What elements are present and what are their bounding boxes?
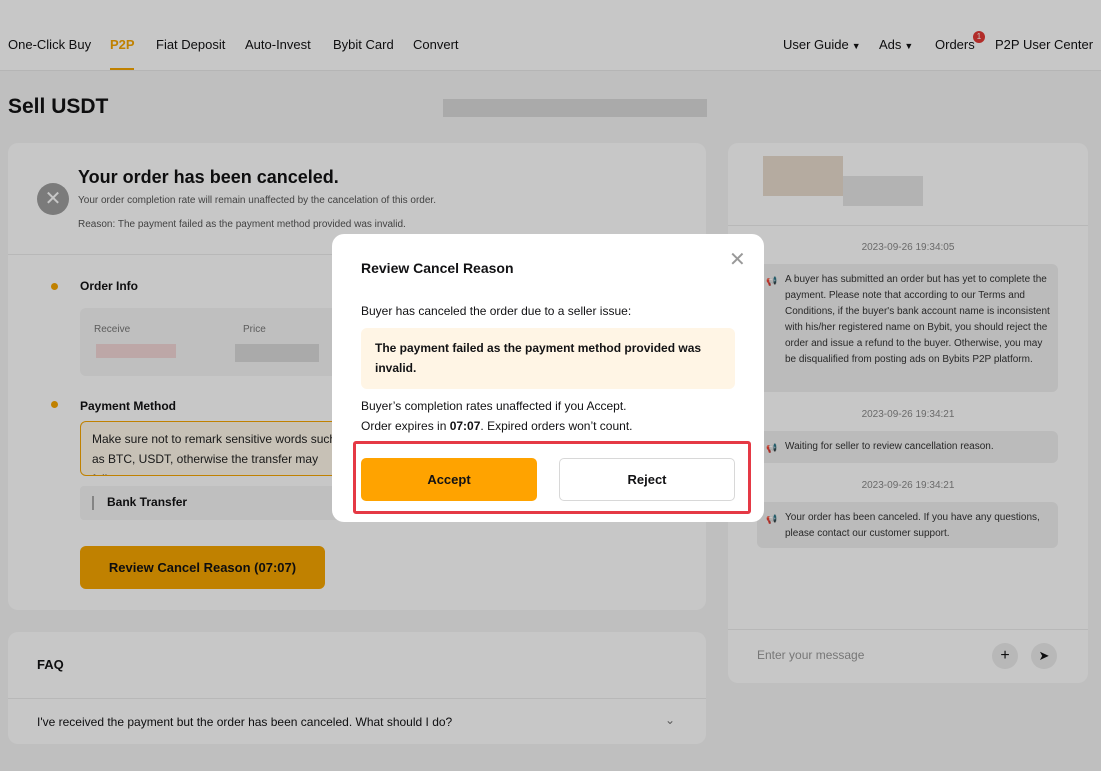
expiry-countdown: 07:07: [449, 419, 481, 433]
reject-button[interactable]: Reject: [559, 458, 735, 501]
accept-button[interactable]: Accept: [361, 458, 537, 501]
close-icon[interactable]: ✕: [729, 250, 746, 270]
modal-intro: Buyer has canceled the order due to a se…: [361, 304, 632, 318]
review-cancel-reason-modal: Review Cancel Reason ✕ Buyer has cancele…: [332, 234, 764, 522]
modal-completion-note: Buyer’s completion rates unaffected if y…: [361, 399, 627, 413]
modal-expiry-note: Order expires in 07:07. Expired orders w…: [361, 419, 632, 433]
expiry-suffix: . Expired orders won’t count.: [480, 419, 633, 433]
modal-title: Review Cancel Reason: [361, 260, 514, 276]
expiry-prefix: Order expires in: [361, 419, 450, 433]
cancel-reason-box: The payment failed as the payment method…: [361, 328, 735, 389]
